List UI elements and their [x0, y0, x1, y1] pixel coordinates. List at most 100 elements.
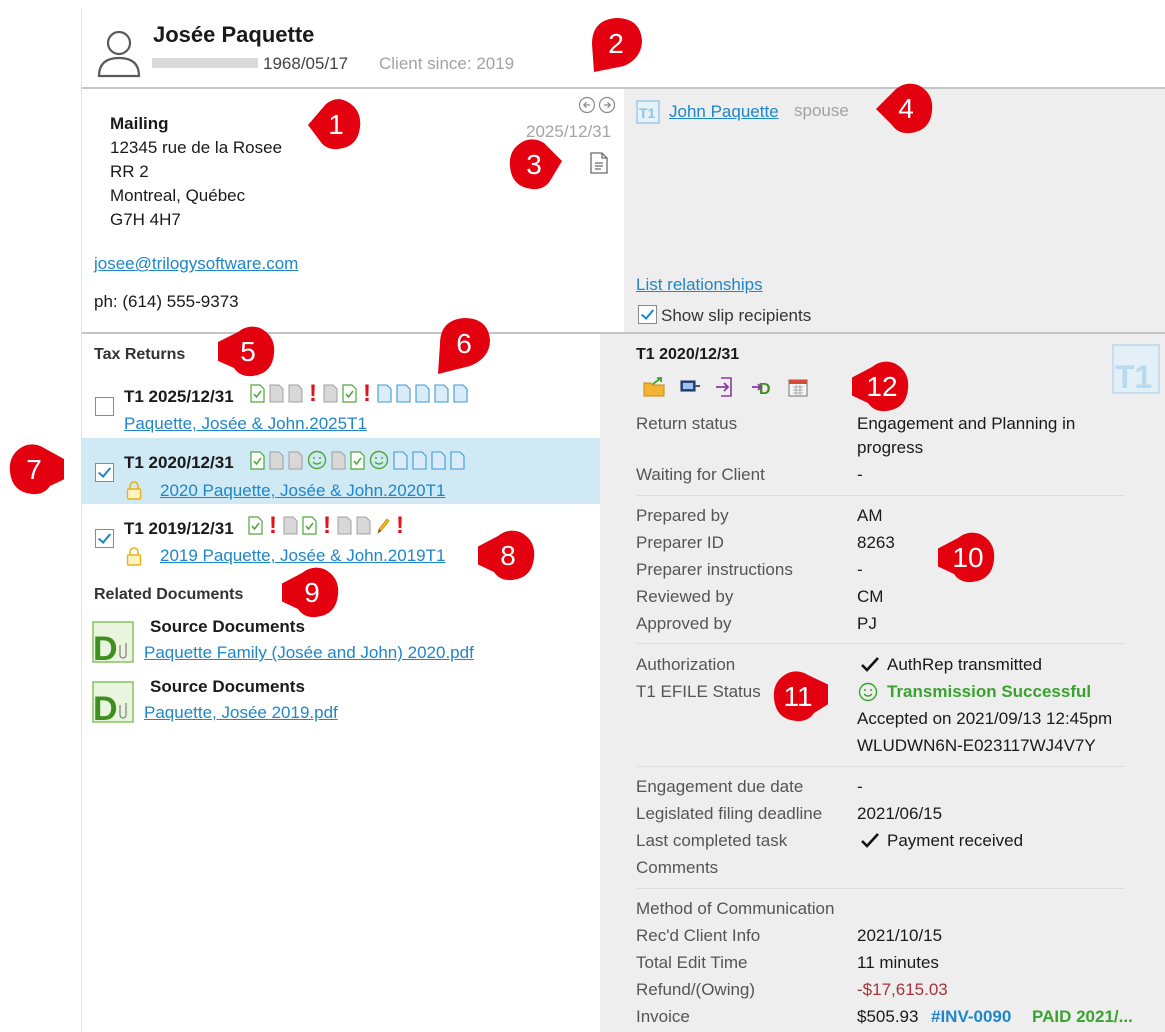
doc-icon: [283, 516, 298, 535]
invoice-paid: PAID 2021/...: [1032, 1007, 1133, 1026]
detail-label: Rec'd Client Info: [636, 926, 761, 945]
return-checkbox[interactable]: [95, 463, 114, 482]
phone: ph: (614) 555-9373: [94, 292, 239, 311]
checkmark-icon: [861, 657, 879, 672]
address-heading: Mailing: [110, 114, 169, 133]
return-checkbox[interactable]: [95, 397, 114, 416]
efile-accepted: Accepted on 2021/09/13 12:45pm: [857, 709, 1113, 728]
callout-marker: 1: [306, 95, 366, 155]
doc-icon: [337, 516, 352, 535]
doc-file-link[interactable]: Paquette Family (Josée and John) 2020.pd…: [144, 643, 474, 663]
checkmark-icon: [861, 833, 879, 848]
doc-icon: [269, 451, 284, 469]
alert-icon: !: [269, 512, 277, 539]
doc-blue-icon: [412, 450, 427, 470]
smiley-icon: [369, 450, 389, 470]
detail-value: -: [857, 560, 863, 579]
doc-icon: [288, 451, 303, 469]
import-icon[interactable]: [715, 376, 737, 398]
docs-import-icon[interactable]: D: [751, 376, 773, 398]
left-border: [81, 8, 82, 1032]
note-icon[interactable]: [589, 152, 609, 174]
return-file-link[interactable]: 2020 Paquette, Josée & John.2020T1: [160, 481, 445, 501]
alert-icon: !: [309, 380, 317, 407]
doc-check-icon: [248, 516, 263, 535]
detail-value: AM: [857, 506, 883, 525]
callout-marker: 6: [434, 314, 494, 374]
client-since: Client since: 2019: [379, 54, 515, 73]
address-line: RR 2: [110, 162, 149, 181]
t1-person-icon: T1: [636, 100, 660, 124]
doc-blue-icon: [396, 384, 411, 403]
source-doc-icon: D: [92, 621, 134, 663]
detail-label: Waiting for Client: [636, 465, 765, 484]
spouse-link[interactable]: John Paquette: [669, 102, 779, 122]
svg-text:T1: T1: [1115, 359, 1152, 394]
transmit-icon[interactable]: [679, 376, 701, 398]
callout-marker: 5: [218, 322, 278, 382]
smiley-icon: [307, 450, 327, 470]
alert-icon: !: [396, 512, 404, 539]
doc-file-link[interactable]: Paquette, Josée 2019.pdf: [144, 703, 338, 723]
detail-divider: [636, 495, 1125, 496]
svg-text:D: D: [759, 381, 771, 398]
doc-check-icon: [250, 384, 265, 403]
detail-title: T1 2020/12/31: [636, 346, 740, 363]
return-title: T1 2020/12/31: [124, 453, 234, 472]
doc-icon: [269, 384, 284, 403]
related-docs-heading: Related Documents: [94, 586, 244, 603]
redacted-field: [152, 58, 258, 68]
detail-label: Invoice: [636, 1007, 690, 1026]
svg-text:D: D: [93, 690, 118, 723]
alert-icon: !: [323, 512, 331, 539]
folder-arrow-icon[interactable]: [643, 376, 665, 398]
detail-label: Reviewed by: [636, 587, 734, 606]
doc-blue-icon: [453, 384, 468, 403]
list-relationships-link[interactable]: List relationships: [636, 275, 763, 295]
detail-value: 11 minutes: [857, 953, 939, 972]
doc-type: Source Documents: [150, 677, 305, 696]
callout-marker: 11: [768, 667, 828, 727]
detail-label: Last completed task: [636, 831, 788, 850]
detail-label: T1 EFILE Status: [636, 682, 761, 701]
return-file-link[interactable]: Paquette, Josée & John.2025T1: [124, 414, 367, 434]
client-name: Josée Paquette: [153, 22, 315, 47]
detail-label: Legislated filing deadline: [636, 804, 823, 823]
detail-value: -: [857, 465, 863, 484]
doc-icon: [323, 384, 338, 403]
address-line: Montreal, Québec: [110, 186, 246, 205]
source-doc-icon: D: [92, 681, 134, 723]
header-divider: [82, 87, 1165, 89]
doc-check-icon: [342, 384, 357, 403]
callout-marker: 10: [938, 528, 998, 588]
calendar-icon[interactable]: [787, 376, 809, 398]
return-checkbox[interactable]: [95, 529, 114, 548]
return-status-icons: !!: [250, 380, 472, 410]
address-line: G7H 4H7: [110, 210, 181, 229]
client-dob: 1968/05/17: [263, 54, 349, 73]
address-nav: [578, 96, 618, 116]
show-slip-checkbox[interactable]: [638, 305, 657, 324]
doc-check-icon: [350, 450, 365, 470]
invoice-amount: $505.93: [857, 1007, 919, 1026]
show-slip-label: Show slip recipients: [661, 306, 812, 325]
callout-marker: 9: [282, 563, 342, 623]
doc-blue-icon: [377, 384, 392, 403]
arrow-left-icon[interactable]: [578, 96, 596, 114]
invoice-number[interactable]: #INV-0090: [931, 1007, 1011, 1027]
return-title: T1 2025/12/31: [124, 387, 234, 406]
return-status-icons: !!!: [248, 512, 410, 542]
detail-label: Engagement due date: [636, 777, 804, 796]
detail-label: Approved by: [636, 614, 732, 633]
callout-marker: 2: [586, 14, 646, 74]
arrow-right-icon[interactable]: [598, 96, 616, 114]
detail-label: Authorization: [636, 655, 736, 674]
doc-check-icon: [302, 516, 317, 535]
doc-icon: [331, 451, 346, 469]
tax-returns-heading: Tax Returns: [94, 346, 186, 363]
email-link[interactable]: josee@trilogysoftware.com: [94, 254, 298, 274]
doc-blue-icon: [393, 450, 408, 470]
detail-value: 2021/10/15: [857, 926, 943, 945]
efile-status: Transmission Successful: [887, 682, 1092, 701]
detail-value: 2021/06/15: [857, 804, 943, 823]
